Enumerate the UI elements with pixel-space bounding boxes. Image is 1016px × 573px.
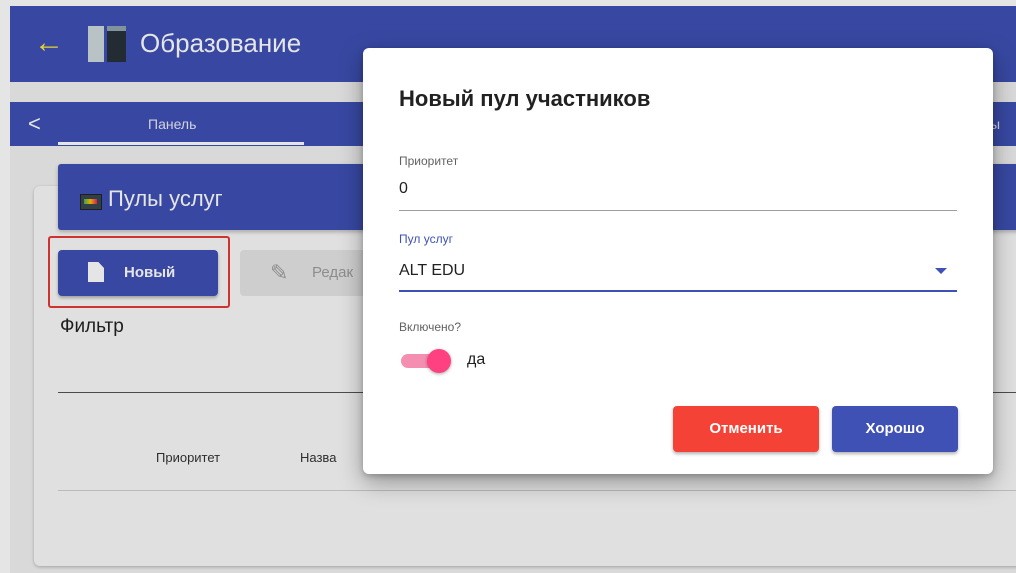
- ok-button[interactable]: Хорошо: [832, 406, 958, 452]
- new-pool-dialog: Новый пул участников Приоритет 0 Пул усл…: [363, 48, 993, 474]
- service-pool-label: Пул услуг: [399, 232, 453, 246]
- enabled-value-text: да: [467, 351, 486, 368]
- priority-input[interactable]: 0: [399, 180, 408, 198]
- service-pool-select[interactable]: ALT EDU: [399, 262, 465, 280]
- dropdown-arrow-icon[interactable]: [935, 268, 947, 274]
- cancel-button[interactable]: Отменить: [673, 406, 819, 452]
- dialog-title: Новый пул участников: [399, 86, 651, 111]
- priority-label: Приоритет: [399, 154, 459, 168]
- toggle-knob: [427, 349, 451, 373]
- enabled-label: Включено?: [399, 320, 462, 334]
- priority-input-underline: [399, 210, 957, 211]
- enabled-toggle[interactable]: [399, 348, 455, 374]
- service-pool-underline: [399, 290, 957, 292]
